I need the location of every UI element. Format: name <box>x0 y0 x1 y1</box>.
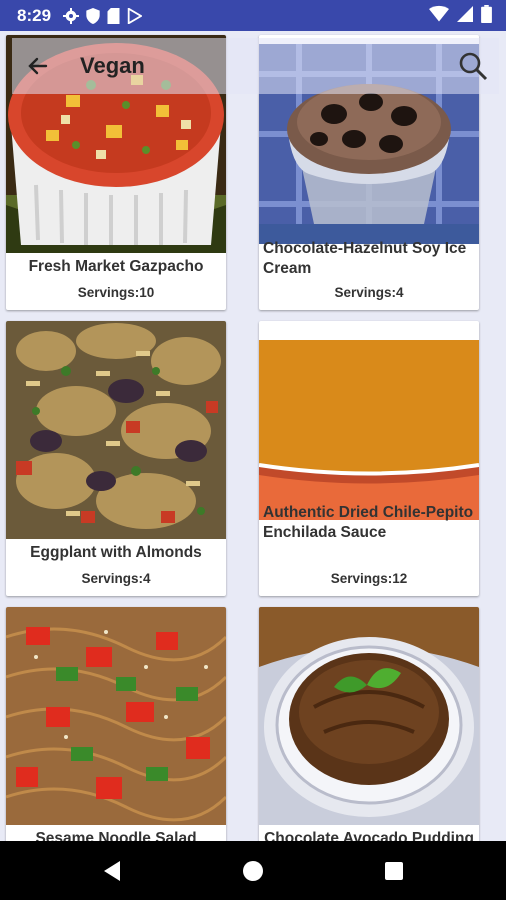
nav-recents-button[interactable] <box>380 857 408 885</box>
recipe-name: Chocolate-Hazelnut Soy Ice Cream <box>263 240 467 277</box>
nav-home-button[interactable] <box>239 857 267 885</box>
page-title: Vegan <box>80 53 145 78</box>
recipe-servings: Servings:12 <box>330 571 408 586</box>
arrow-left-icon <box>28 57 48 75</box>
search-button[interactable] <box>457 50 489 82</box>
play-store-icon <box>127 7 143 24</box>
recipe-servings: Servings:4 <box>81 571 151 586</box>
recipe-servings: Servings:4 <box>334 285 404 300</box>
recipe-grid: Fresh Market Gazpacho Servings:10 Chocol… <box>0 31 506 841</box>
sd-card-icon <box>107 7 120 24</box>
recipe-card-enchilada-sauce[interactable]: Authentic Dried Chile-Pepito Enchilada S… <box>259 321 479 596</box>
cellular-signal-icon <box>457 6 473 22</box>
recipe-name: Chocolate Avocado Pudding <box>264 830 474 841</box>
nav-back-button[interactable] <box>98 857 126 885</box>
recipe-card-pudding[interactable]: Chocolate Avocado Pudding <box>259 607 479 841</box>
recipe-card-eggplant[interactable]: Eggplant with Almonds Servings:4 <box>6 321 226 596</box>
status-bar: 8:29 <box>0 0 506 31</box>
app-toolbar: Vegan <box>12 38 499 94</box>
recipe-servings: Servings:10 <box>77 285 155 300</box>
recents-square-icon <box>385 862 403 880</box>
recipe-card-noodle-salad[interactable]: Sesame Noodle Salad <box>6 607 226 841</box>
recipe-name: Sesame Noodle Salad <box>35 830 197 841</box>
back-button[interactable] <box>16 38 60 94</box>
recipe-photo <box>6 321 226 539</box>
home-circle-icon <box>243 861 263 881</box>
recipe-photo <box>259 607 479 825</box>
recipe-name: Eggplant with Almonds <box>30 544 202 561</box>
navigation-bar <box>0 841 506 900</box>
battery-icon <box>481 5 492 23</box>
wifi-icon <box>429 5 449 22</box>
recipe-photo <box>6 607 226 825</box>
recipe-name: Fresh Market Gazpacho <box>28 258 204 275</box>
gear-icon <box>63 7 80 24</box>
search-icon <box>459 52 488 81</box>
shield-icon <box>86 7 100 24</box>
back-triangle-icon <box>104 861 120 881</box>
status-time: 8:29 <box>17 5 52 25</box>
recipe-name: Authentic Dried Chile-Pepito Enchilada S… <box>263 504 474 541</box>
